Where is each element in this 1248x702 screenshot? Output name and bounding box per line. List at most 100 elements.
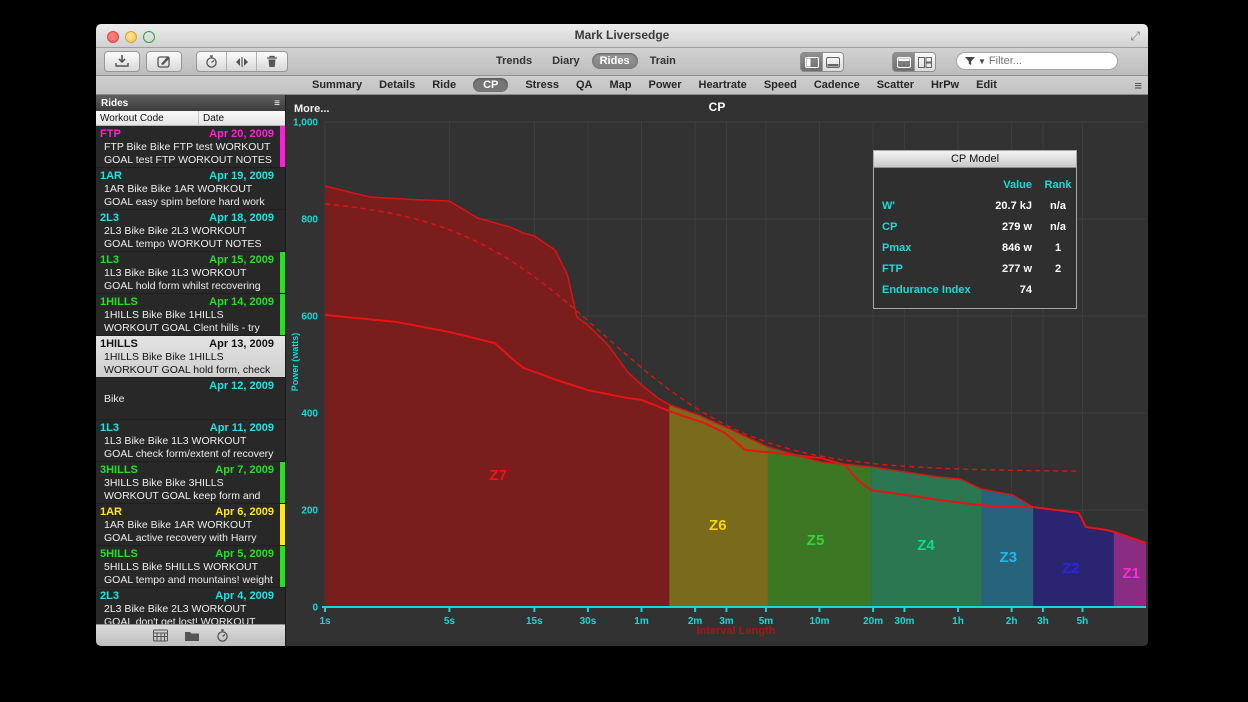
fullscreen-icon[interactable]: ⤢ xyxy=(1130,29,1140,44)
ride-date: Apr 18, 2009 xyxy=(209,212,274,225)
tab-cadence[interactable]: Cadence xyxy=(814,79,860,91)
ride-date: Apr 4, 2009 xyxy=(215,590,274,603)
ride-date: Apr 13, 2009 xyxy=(209,338,274,351)
toolbar: TrendsDiaryRidesTrain xyxy=(96,48,1148,76)
scope-tab-train[interactable]: Train xyxy=(642,53,684,69)
sidebar-header: Rides ≡ xyxy=(96,95,285,111)
ride-description: GOAL active recovery with Harry xyxy=(100,532,280,545)
y-axis-title: Power (watts) xyxy=(290,322,300,402)
import-ride-button[interactable] xyxy=(104,51,140,72)
tab-scatter[interactable]: Scatter xyxy=(877,79,914,91)
ride-description: 1AR Bike Bike 1AR WORKOUT xyxy=(100,519,280,532)
tab-power[interactable]: Power xyxy=(648,79,681,91)
column-workout-code[interactable]: Workout Code xyxy=(96,111,199,126)
tab-summary[interactable]: Summary xyxy=(312,79,362,91)
ride-list-item[interactable]: Apr 12, 2009Bike xyxy=(96,378,285,420)
ride-list-item[interactable]: 1L3Apr 11, 20091L3 Bike Bike 1L3 WORKOUT… xyxy=(96,420,285,462)
zone-band-z2 xyxy=(1033,507,1114,607)
y-axis-tick-label: 400 xyxy=(301,409,318,420)
ride-list[interactable]: FTPApr 20, 2009FTP Bike Bike FTP test WO… xyxy=(96,126,285,624)
delete-ride-button[interactable] xyxy=(257,52,287,71)
compose-icon xyxy=(157,55,171,68)
ride-color-bar xyxy=(280,294,285,335)
ride-description: WORKOUT GOAL keep form and xyxy=(100,490,280,503)
intervals-button[interactable] xyxy=(197,52,227,71)
ride-code: 1L3 xyxy=(100,422,119,435)
tab-map[interactable]: Map xyxy=(609,79,631,91)
tab-heartrate[interactable]: Heartrate xyxy=(699,79,747,91)
ride-description: 1AR Bike Bike 1AR WORKOUT xyxy=(100,183,280,196)
ride-description: WORKOUT GOAL Clent hills - try xyxy=(100,322,280,335)
y-axis-tick-label: 800 xyxy=(301,215,318,226)
scope-tab-rides[interactable]: Rides xyxy=(592,53,638,69)
scope-tabs: TrendsDiaryRidesTrain xyxy=(488,53,684,69)
minimize-window-icon[interactable] xyxy=(125,31,137,43)
zone-band-z5 xyxy=(768,447,871,607)
ride-list-item[interactable]: 1L3Apr 15, 20091L3 Bike Bike 1L3 WORKOUT… xyxy=(96,252,285,294)
ride-list-item[interactable]: 1ARApr 6, 20091AR Bike Bike 1AR WORKOUTG… xyxy=(96,504,285,546)
tab-qa[interactable]: QA xyxy=(576,79,593,91)
column-date[interactable]: Date xyxy=(199,111,285,126)
ride-date: Apr 12, 2009 xyxy=(209,380,274,393)
filter-dropdown-icon[interactable]: ▼ xyxy=(978,57,986,66)
zone-label-z7: Z7 xyxy=(489,467,507,484)
close-window-icon[interactable] xyxy=(107,31,119,43)
ride-list-item[interactable]: 2L3 Apr 18, 20092L3 Bike Bike 2L3 WORKOUT… xyxy=(96,210,285,252)
y-axis-tick-label: 600 xyxy=(301,312,318,323)
folder-icon[interactable] xyxy=(184,630,200,642)
filter-input[interactable] xyxy=(989,55,1089,67)
cp-table-header-row: Value Rank xyxy=(882,174,1068,195)
ride-list-item[interactable]: 2L3Apr 4, 20092L3 Bike Bike 2L3 WORKOUTG… xyxy=(96,588,285,624)
ride-code: 2L3 xyxy=(100,212,119,225)
tab-cp[interactable]: CP xyxy=(473,78,508,92)
toggle-lowbar-button[interactable] xyxy=(822,53,843,71)
tab-edit[interactable]: Edit xyxy=(976,79,997,91)
cp-model-table-title: CP Model xyxy=(874,151,1076,168)
ride-date: Apr 15, 2009 xyxy=(209,254,274,267)
tab-details[interactable]: Details xyxy=(379,79,415,91)
ride-code: 1L3 xyxy=(100,254,119,267)
tab-hrpw[interactable]: HrPw xyxy=(931,79,959,91)
ride-description: Bike xyxy=(100,393,280,406)
toggle-sidebar-button[interactable] xyxy=(801,53,822,71)
scope-tab-trends[interactable]: Trends xyxy=(488,53,540,69)
single-window-icon xyxy=(897,57,911,68)
split-ride-button[interactable] xyxy=(227,52,257,71)
ride-description: FTP Bike Bike FTP test WORKOUT xyxy=(100,141,280,154)
tab-stress[interactable]: Stress xyxy=(525,79,559,91)
zoom-window-icon[interactable] xyxy=(143,31,155,43)
tab-ride[interactable]: Ride xyxy=(432,79,456,91)
cp-table-row: W'20.7 kJn/a xyxy=(882,195,1068,216)
title-bar: Mark Liversedge ⤢ xyxy=(96,24,1148,48)
stopwatch-icon[interactable] xyxy=(216,629,229,642)
manual-entry-button[interactable] xyxy=(146,51,182,72)
layout-toggles xyxy=(892,52,936,72)
zone-band-z6 xyxy=(669,405,768,607)
ride-list-item[interactable]: 5HILLSApr 5, 20095HILLS Bike 5HILLS WORK… xyxy=(96,546,285,588)
left-panel-icon xyxy=(805,57,819,68)
ride-list-item[interactable]: 1HILLSApr 14, 20091HILLS Bike Bike 1HILL… xyxy=(96,294,285,336)
tab-speed[interactable]: Speed xyxy=(764,79,797,91)
tabbed-view-button[interactable] xyxy=(893,53,914,71)
filter-field[interactable]: ▼ xyxy=(956,52,1118,70)
chart-menu-icon[interactable]: ≡ xyxy=(1134,78,1142,93)
ride-list-item[interactable]: 3HILLSApr 7, 20093HILLS Bike Bike 3HILLS… xyxy=(96,462,285,504)
ride-date: Apr 5, 2009 xyxy=(215,548,274,561)
calendar-icon[interactable] xyxy=(153,629,168,642)
list-column-header[interactable]: Workout Code Date xyxy=(96,111,285,126)
ride-date: Apr 7, 2009 xyxy=(215,464,274,477)
ride-color-bar xyxy=(280,252,285,293)
ride-list-item[interactable]: FTPApr 20, 2009FTP Bike Bike FTP test WO… xyxy=(96,126,285,168)
ride-list-item[interactable]: 1HILLSApr 13, 20091HILLS Bike Bike 1HILL… xyxy=(96,336,285,378)
zone-label-z3: Z3 xyxy=(1000,549,1018,566)
ride-code: 1AR xyxy=(100,170,122,183)
ride-color-bar xyxy=(280,126,285,167)
sidebar-menu-icon[interactable]: ≡ xyxy=(274,98,280,109)
cp-model-table-body: Value Rank W'20.7 kJn/aCP279 wn/aPmax846… xyxy=(874,168,1076,308)
tiled-view-button[interactable] xyxy=(914,53,935,71)
scope-tab-diary[interactable]: Diary xyxy=(544,53,588,69)
ride-description: 2L3 Bike Bike 2L3 WORKOUT xyxy=(100,225,280,238)
zone-label-z1: Z1 xyxy=(1122,565,1140,582)
ride-code: 5HILLS xyxy=(100,548,138,561)
ride-list-item[interactable]: 1ARApr 19, 20091AR Bike Bike 1AR WORKOUT… xyxy=(96,168,285,210)
